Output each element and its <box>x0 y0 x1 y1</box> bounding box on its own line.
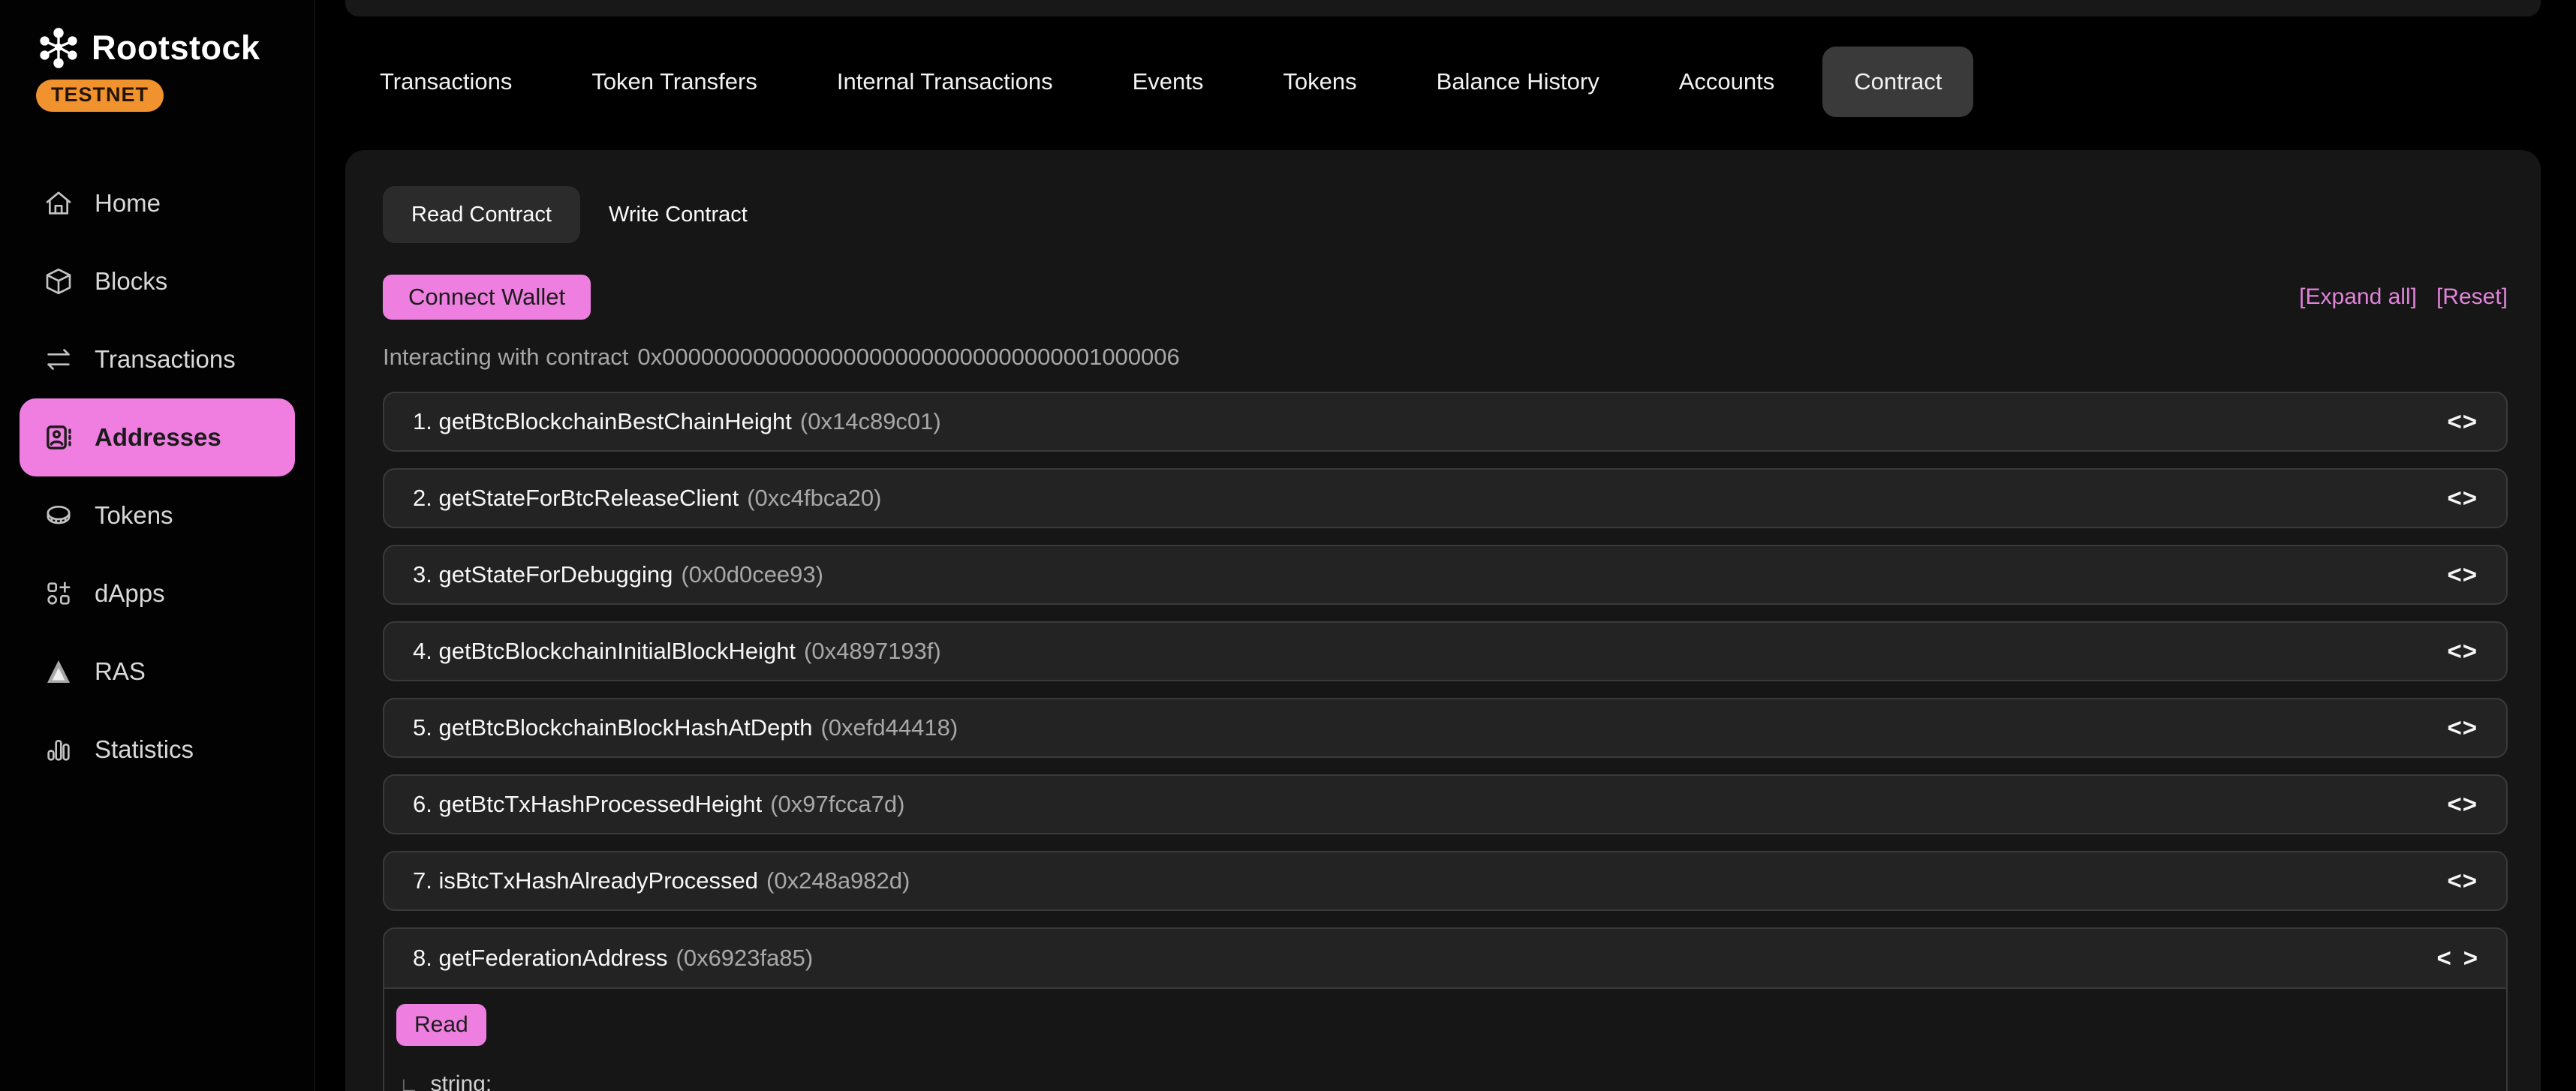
tab-token-transfers[interactable]: Token Transfers <box>560 47 789 117</box>
sidebar: Rootstock TESTNET Home Blocks Transactio… <box>0 0 315 1091</box>
sidebar-item-blocks[interactable]: Blocks <box>20 242 295 320</box>
tab-accounts[interactable]: Accounts <box>1648 47 1807 117</box>
main-content: Transactions Token Transfers Internal Tr… <box>315 0 2576 1091</box>
scrolled-card-edge <box>345 0 2541 17</box>
output-type-label: string: <box>430 1071 492 1091</box>
code-icon[interactable]: <> <box>2436 944 2490 972</box>
connect-wallet-button[interactable]: Connect Wallet <box>383 275 591 320</box>
code-icon[interactable]: <> <box>2447 867 2478 895</box>
tab-transactions[interactable]: Transactions <box>348 47 543 117</box>
expand-all-link[interactable]: [Expand all] <box>2299 284 2417 310</box>
dapps-icon <box>44 579 74 609</box>
tab-write-contract[interactable]: Write Contract <box>580 186 776 243</box>
tab-balance-history[interactable]: Balance History <box>1405 47 1631 117</box>
interacting-line: Interacting with contract 0x000000000000… <box>383 344 2508 371</box>
function-list: 1. getBtcBlockchainBestChainHeight(0x14c… <box>383 392 2508 1091</box>
code-icon[interactable]: <> <box>2447 637 2478 666</box>
code-icon[interactable]: <> <box>2447 407 2478 436</box>
testnet-badge: TESTNET <box>36 80 164 112</box>
sidebar-item-dapps[interactable]: dApps <box>20 555 295 633</box>
code-icon[interactable]: <> <box>2447 484 2478 512</box>
function-row-2[interactable]: 2. getStateForBtcReleaseClient(0xc4fbca2… <box>383 468 2508 528</box>
contract-address: 0x00000000000000000000000000000000010000… <box>637 344 1179 371</box>
function-row-7[interactable]: 7. isBtcTxHashAlreadyProcessed(0x248a982… <box>383 851 2508 911</box>
tokens-icon <box>44 500 74 530</box>
function-row-8-expanded: 8. getFederationAddress(0x6923fa85) <> R… <box>383 927 2508 1091</box>
blocks-icon <box>44 266 74 296</box>
wallet-row: Connect Wallet [Expand all] [Reset] <box>383 275 2508 320</box>
brand-logo[interactable]: Rootstock <box>0 27 314 69</box>
statistics-icon <box>44 735 74 765</box>
sidebar-item-statistics[interactable]: Statistics <box>20 711 295 789</box>
home-icon <box>44 188 74 218</box>
sidebar-nav: Home Blocks Transactions Addresses Token… <box>0 164 314 789</box>
sidebar-item-ras[interactable]: RAS <box>20 633 295 711</box>
code-icon[interactable]: <> <box>2447 714 2478 742</box>
sidebar-item-home[interactable]: Home <box>20 164 295 242</box>
function-row-6[interactable]: 6. getBtcTxHashProcessedHeight(0x97fcca7… <box>383 774 2508 834</box>
tab-internal-transactions[interactable]: Internal Transactions <box>805 47 1085 117</box>
tab-read-contract[interactable]: Read Contract <box>383 186 580 243</box>
sidebar-item-transactions[interactable]: Transactions <box>20 320 295 398</box>
interacting-label: Interacting with contract <box>383 344 628 371</box>
rootstock-logo-icon <box>38 27 80 69</box>
reset-link[interactable]: [Reset] <box>2436 284 2508 310</box>
function-row-4[interactable]: 4. getBtcBlockchainInitialBlockHeight(0x… <box>383 621 2508 681</box>
tab-tokens[interactable]: Tokens <box>1251 47 1388 117</box>
code-icon[interactable]: <> <box>2447 790 2478 819</box>
ras-icon <box>44 657 74 687</box>
output-corner-glyph: ∟ <box>399 1073 418 1091</box>
sidebar-item-tokens[interactable]: Tokens <box>20 476 295 555</box>
function-row-3[interactable]: 3. getStateForDebugging(0x0d0cee93) <> <box>383 545 2508 605</box>
function-row-5[interactable]: 5. getBtcBlockchainBlockHashAtDepth(0xef… <box>383 698 2508 758</box>
sidebar-item-addresses[interactable]: Addresses <box>20 398 295 476</box>
function-body: Read ∟ string: <box>384 989 2506 1091</box>
function-output: ∟ string: <box>396 1071 2494 1091</box>
addresses-icon <box>44 422 74 452</box>
tab-contract[interactable]: Contract <box>1822 47 1973 117</box>
code-icon[interactable]: <> <box>2447 561 2478 589</box>
contract-sub-tabs: Read Contract Write Contract <box>383 186 2508 243</box>
function-row-8[interactable]: 8. getFederationAddress(0x6923fa85) <> <box>384 929 2506 989</box>
tab-events[interactable]: Events <box>1101 47 1235 117</box>
address-tabs: Transactions Token Transfers Internal Tr… <box>348 47 2576 117</box>
transactions-icon <box>44 344 74 374</box>
function-row-1[interactable]: 1. getBtcBlockchainBestChainHeight(0x14c… <box>383 392 2508 452</box>
brand-name: Rootstock <box>92 29 260 68</box>
list-controls: [Expand all] [Reset] <box>2299 284 2508 310</box>
contract-panel: Read Contract Write Contract Connect Wal… <box>345 150 2541 1091</box>
read-button[interactable]: Read <box>396 1004 486 1046</box>
